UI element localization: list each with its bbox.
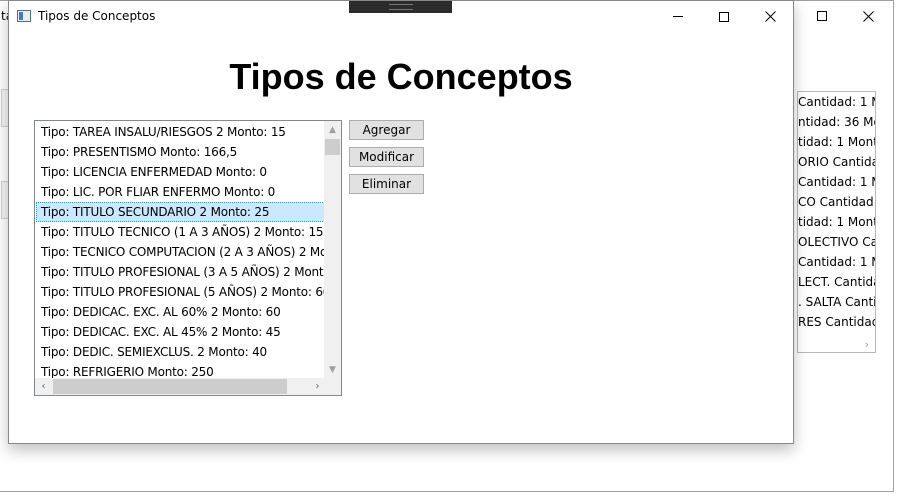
- add-button[interactable]: Agregar: [349, 120, 424, 140]
- scrollbar-corner: [324, 378, 341, 395]
- titlebar[interactable]: Tipos de Conceptos: [9, 1, 793, 32]
- list-item[interactable]: Tipo: TITULO TECNICO (1 A 3 AÑOS) 2 Mont…: [36, 222, 325, 242]
- list-item[interactable]: Tipo: DEDIC. SEMIEXCLUS. 2 Monto: 40: [36, 342, 325, 362]
- list-item[interactable]: Tipo: TITULO PROFESIONAL (3 A 5 AÑOS) 2 …: [36, 262, 325, 282]
- page-title: Tipos de Conceptos: [229, 56, 573, 97]
- snap-handle[interactable]: [349, 1, 452, 13]
- maximize-button[interactable]: [701, 1, 747, 32]
- list-item[interactable]: Tipo: DEDICAC. EXC. AL 60% 2 Monto: 60: [36, 302, 325, 322]
- background-maximize-button[interactable]: [799, 1, 845, 31]
- close-button[interactable]: [747, 1, 793, 32]
- list-item[interactable]: Tipo: TITULO PROFESIONAL (5 AÑOS) 2 Mont…: [36, 282, 325, 302]
- background-hscrollbar[interactable]: ›: [798, 336, 875, 352]
- list-item[interactable]: Tipo: PRESENTISMO Monto: 166,5: [36, 142, 325, 162]
- background-list-item[interactable]: ntidad: 36 Mon: [798, 112, 875, 132]
- list-item[interactable]: Tipo: REFRIGERIO Monto: 250: [36, 362, 325, 378]
- list-item[interactable]: Tipo: LIC. POR FLIAR ENFERMO Monto: 0: [36, 182, 325, 202]
- chevron-right-icon[interactable]: ›: [865, 338, 869, 351]
- horizontal-scroll-thumb[interactable]: [53, 379, 287, 394]
- concept-types-listbox[interactable]: Tipo: TAREA INSALU/RIESGOS 2 Monto: 15 Ti…: [34, 120, 342, 396]
- background-list-item[interactable]: RES Cantidad:: [798, 312, 875, 332]
- list-item[interactable]: Tipo: TITULO SECUNDARIO 2 Monto: 25: [36, 202, 325, 222]
- minimize-button[interactable]: [655, 1, 701, 32]
- background-list-item[interactable]: ORIO Cantidad:: [798, 152, 875, 172]
- close-icon: [862, 10, 874, 22]
- delete-button[interactable]: Eliminar: [349, 174, 424, 194]
- chevron-up-icon[interactable]: ▲: [324, 121, 341, 138]
- chevron-down-icon[interactable]: ▼: [324, 361, 341, 378]
- vertical-scrollbar[interactable]: ▲ ▼: [324, 121, 341, 378]
- background-list-item[interactable]: CO Cantidad:: [798, 192, 875, 212]
- horizontal-scrollbar[interactable]: ‹ ›: [35, 378, 326, 395]
- background-list-item[interactable]: tidad: 1 Monto: [798, 132, 875, 152]
- list-item[interactable]: Tipo: TAREA INSALU/RIESGOS 2 Monto: 15: [36, 122, 325, 142]
- close-icon: [764, 11, 776, 22]
- vertical-scroll-thumb[interactable]: [325, 139, 340, 155]
- edit-button[interactable]: Modificar: [349, 147, 424, 167]
- chevron-left-icon[interactable]: ‹: [35, 378, 52, 395]
- list-item[interactable]: Tipo: DEDICAC. EXC. AL 45% 2 Monto: 45: [36, 322, 325, 342]
- main-window: Tipos de Conceptos Tipos de Conceptos Ti…: [8, 0, 794, 444]
- background-list-item[interactable]: LECT. Cantidad:: [798, 272, 875, 292]
- background-listbox[interactable]: Cantidad: 1 Montidad: 36 Montidad: 1 Mon…: [797, 91, 876, 353]
- background-list-item[interactable]: OLECTIVO Canti: [798, 232, 875, 252]
- app-window-icon: [17, 10, 31, 22]
- listbox-items: Tipo: TAREA INSALU/RIESGOS 2 Monto: 15 Ti…: [36, 122, 325, 378]
- list-item[interactable]: Tipo: LICENCIA ENFERMEDAD Monto: 0: [36, 162, 325, 182]
- background-list-item[interactable]: tidad: 1 Monto: [798, 212, 875, 232]
- background-list-item[interactable]: Cantidad: 1 M: [798, 172, 875, 192]
- window-title: Tipos de Conceptos: [38, 9, 156, 23]
- maximize-icon: [719, 11, 729, 22]
- background-list-item[interactable]: Cantidad: 1 Mo: [798, 92, 875, 112]
- maximize-icon: [817, 11, 827, 21]
- background-list-item[interactable]: Cantidad: 1 M: [798, 252, 875, 272]
- minimize-icon: [673, 15, 683, 17]
- list-item[interactable]: Tipo: TECNICO COMPUTACION (2 A 3 AÑOS) 2…: [36, 242, 325, 262]
- grip-icon: [388, 4, 413, 10]
- background-close-button[interactable]: [845, 1, 891, 31]
- background-list-item[interactable]: . SALTA Cantid: [798, 292, 875, 312]
